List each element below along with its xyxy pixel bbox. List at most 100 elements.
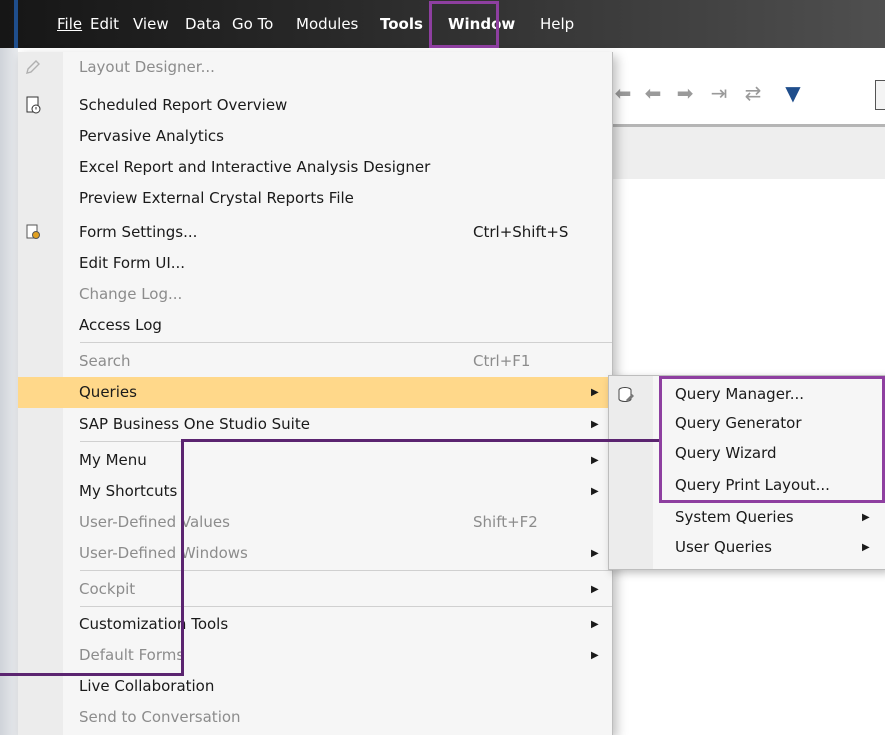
menu-item-my-shortcuts[interactable]: My Shortcuts ▶ — [18, 476, 612, 507]
submenu-arrow-icon: ▶ — [591, 486, 599, 497]
submenu-item-label: Query Generator — [675, 414, 802, 432]
menu-bar: File Edit View Data Go To Modules Tools … — [0, 0, 885, 48]
menu-item-label: Excel Report and Interactive Analysis De… — [79, 158, 431, 176]
menu-item-label: Cockpit — [79, 580, 136, 598]
menu-item-label: Scheduled Report Overview — [79, 96, 288, 114]
menu-item-label: Preview External Crystal Reports File — [79, 189, 354, 207]
report-icon — [26, 96, 41, 114]
menu-item-label: Send to Conversation — [79, 708, 241, 726]
form-area — [600, 127, 885, 179]
menu-file-label: File — [57, 15, 83, 33]
menu-item-label: Customization Tools — [79, 615, 229, 633]
submenu-item-label: Query Wizard — [675, 444, 777, 462]
pencil-icon — [26, 60, 40, 74]
menu-item-preview-crystal-reports[interactable]: Preview External Crystal Reports File — [18, 183, 612, 214]
menu-item-customization-tools[interactable]: Customization Tools ▶ — [18, 609, 612, 640]
menu-item-change-log[interactable]: Change Log... — [18, 279, 612, 310]
menu-item-live-collaboration[interactable]: Live Collaboration — [18, 671, 612, 702]
menu-item-search[interactable]: Search Ctrl+F1 — [18, 346, 612, 377]
menu-help[interactable]: Help — [540, 12, 574, 36]
submenu-arrow-icon: ▶ — [862, 542, 870, 553]
menu-modules-label: Modules — [296, 15, 359, 33]
menu-goto[interactable]: Go To — [232, 12, 273, 36]
submenu-item-query-print-layout[interactable]: Query Print Layout... — [609, 471, 885, 500]
menu-window[interactable]: Window — [448, 12, 515, 36]
previous-record-icon-2[interactable]: ⬅︎ — [640, 80, 666, 106]
toolbar-edge-icon[interactable] — [875, 80, 885, 110]
submenu-item-query-generator[interactable]: Query Generator — [609, 409, 885, 438]
submenu-arrow-icon: ▶ — [591, 387, 599, 398]
menu-item-label: Live Collaboration — [79, 677, 215, 695]
app-background — [0, 48, 18, 735]
submenu-item-label: User Queries — [675, 538, 772, 556]
submenu-arrow-icon: ▶ — [591, 584, 599, 595]
menu-item-edit-form-ui[interactable]: Edit Form UI... — [18, 248, 612, 279]
submenu-arrow-icon: ▶ — [591, 548, 599, 559]
menu-item-my-menu[interactable]: My Menu ▶ — [18, 445, 612, 476]
menu-item-studio-suite[interactable]: SAP Business One Studio Suite ▶ — [18, 409, 612, 440]
submenu-item-user-queries[interactable]: User Queries ▶ — [609, 533, 885, 562]
form-settings-icon — [26, 224, 40, 239]
submenu-item-query-wizard[interactable]: Query Wizard — [609, 439, 885, 468]
menu-item-queries[interactable]: Queries ▶ — [18, 377, 612, 408]
submenu-arrow-icon: ▶ — [591, 419, 599, 430]
last-record-icon[interactable]: ⇥ — [706, 80, 732, 106]
menu-data[interactable]: Data — [185, 12, 221, 36]
menu-item-excel-report-designer[interactable]: Excel Report and Interactive Analysis De… — [18, 152, 612, 183]
refresh-icon[interactable]: ⇄ — [740, 80, 766, 106]
submenu-item-label: System Queries — [675, 508, 794, 526]
submenu-item-system-queries[interactable]: System Queries ▶ — [609, 503, 885, 532]
menu-item-layout-designer[interactable]: Layout Designer... — [18, 52, 612, 83]
next-record-icon[interactable]: ➡︎ — [672, 80, 698, 106]
submenu-item-label: Query Print Layout... — [675, 476, 830, 494]
filter-icon[interactable]: ▼ — [780, 80, 806, 106]
menu-file[interactable]: File — [57, 12, 82, 36]
menu-item-pervasive-analytics[interactable]: Pervasive Analytics — [18, 121, 612, 152]
menu-separator — [80, 441, 612, 442]
previous-record-icon[interactable]: ⬅︎ — [610, 80, 636, 106]
submenu-item-label: Query Manager... — [675, 385, 805, 403]
menu-tools[interactable]: Tools — [380, 12, 423, 36]
menu-item-scheduled-report-overview[interactable]: Scheduled Report Overview — [18, 90, 612, 121]
queries-submenu: Query Manager... Query Generator Query W… — [608, 375, 885, 570]
menu-item-label: User-Defined Windows — [79, 544, 248, 562]
menu-item-label: Edit Form UI... — [79, 254, 186, 272]
submenu-arrow-icon: ▶ — [591, 619, 599, 630]
menu-edit[interactable]: Edit — [90, 12, 119, 36]
menu-data-label: Data — [185, 15, 221, 33]
menu-item-label: Search — [79, 352, 131, 370]
menu-separator — [80, 570, 612, 571]
menu-item-label: User-Defined Values — [79, 513, 230, 531]
menu-item-access-log[interactable]: Access Log — [18, 310, 612, 341]
menu-window-label: Window — [448, 15, 516, 33]
menu-view-label: View — [133, 15, 169, 33]
menu-item-label: Pervasive Analytics — [79, 127, 224, 145]
submenu-item-query-manager[interactable]: Query Manager... — [609, 380, 885, 409]
menu-item-label: Default Forms — [79, 646, 185, 664]
menu-item-label: Layout Designer... — [79, 58, 215, 76]
menu-item-form-settings[interactable]: Form Settings... Ctrl+Shift+S — [18, 217, 612, 248]
menu-item-default-forms[interactable]: Default Forms ▶ — [18, 640, 612, 671]
menu-separator — [80, 606, 612, 607]
menu-goto-label: Go To — [232, 15, 274, 33]
shortcut-text: Ctrl+F1 — [473, 352, 531, 370]
menu-view[interactable]: View — [133, 12, 169, 36]
menu-item-label: Change Log... — [79, 285, 183, 303]
menu-item-cockpit[interactable]: Cockpit ▶ — [18, 574, 612, 605]
shortcut-text: Shift+F2 — [473, 513, 538, 531]
menu-item-user-defined-windows[interactable]: User-Defined Windows ▶ — [18, 538, 612, 569]
window-edge — [14, 0, 18, 48]
menu-item-label: My Shortcuts — [79, 482, 178, 500]
menu-item-label: Queries — [79, 383, 137, 401]
menu-modules[interactable]: Modules — [296, 12, 358, 36]
menu-item-label: My Menu — [79, 451, 147, 469]
shortcut-text: Ctrl+Shift+S — [473, 223, 569, 241]
menu-item-label: SAP Business One Studio Suite — [79, 415, 310, 433]
menu-item-user-defined-values[interactable]: User-Defined Values Shift+F2 — [18, 507, 612, 538]
menu-edit-label: Edit — [90, 15, 120, 33]
menu-tools-label: Tools — [380, 15, 423, 33]
menu-separator — [80, 342, 612, 343]
menu-item-label: Form Settings... — [79, 223, 198, 241]
menu-item-send-to-conversation[interactable]: Send to Conversation — [18, 702, 612, 733]
submenu-arrow-icon: ▶ — [591, 455, 599, 466]
